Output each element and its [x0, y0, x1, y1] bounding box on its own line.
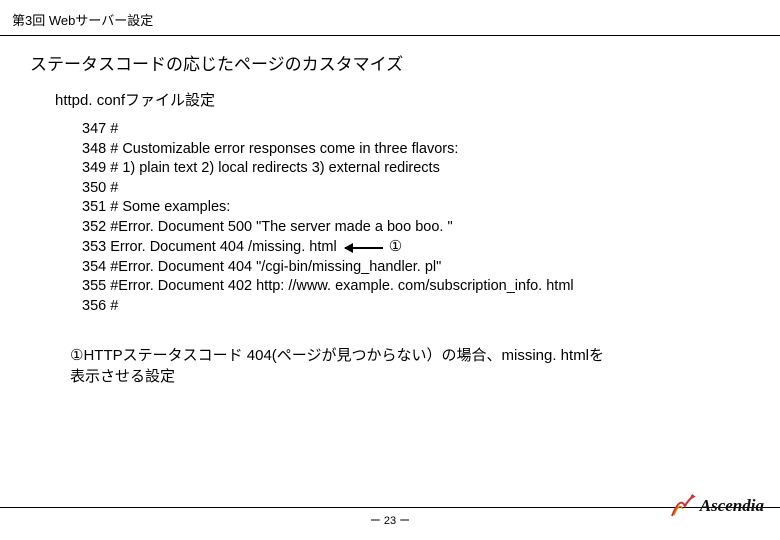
note-line: 表示させる設定 — [70, 368, 175, 385]
page-number: ー 23 ー — [0, 512, 780, 528]
annotation-marker: ① — [389, 237, 402, 257]
code-text: 353 Error. Document 404 /missing. html — [82, 239, 337, 255]
footer-rule — [0, 507, 780, 508]
logo-mark-icon — [670, 494, 696, 518]
code-line: 356 # — [82, 297, 760, 317]
code-line: 352 #Error. Document 500 "The server mad… — [82, 218, 760, 238]
code-line: 347 # — [82, 120, 760, 140]
logo-text: Ascendia — [700, 496, 764, 516]
code-line: 349 # 1) plain text 2) local redirects 3… — [82, 159, 760, 179]
note-line: ①HTTPステータスコード 404(ページが見つからない）の場合、missing… — [70, 347, 604, 364]
arrow-left-icon: ① — [345, 237, 402, 257]
annotation-note: ①HTTPステータスコード 404(ページが見つからない）の場合、missing… — [0, 317, 780, 387]
subsection-title: httpd. confファイル設定 — [0, 85, 780, 120]
code-line: 350 # — [82, 179, 760, 199]
company-logo: Ascendia — [670, 494, 764, 518]
code-line: 351 # Some examples: — [82, 198, 760, 218]
config-code-block: 347 # 348 # Customizable error responses… — [0, 120, 780, 317]
section-title: ステータスコードの応じたページのカスタマイズ — [0, 36, 780, 85]
code-line: 348 # Customizable error responses come … — [82, 140, 760, 160]
page-footer: ー 23 ー Ascendia — [0, 507, 780, 528]
lecture-header: 第3回 Webサーバー設定 — [0, 0, 780, 35]
code-line: 354 #Error. Document 404 "/cgi-bin/missi… — [82, 258, 760, 278]
code-line-annotated: 353 Error. Document 404 /missing. html ① — [82, 237, 760, 258]
code-line: 355 #Error. Document 402 http: //www. ex… — [82, 277, 760, 297]
